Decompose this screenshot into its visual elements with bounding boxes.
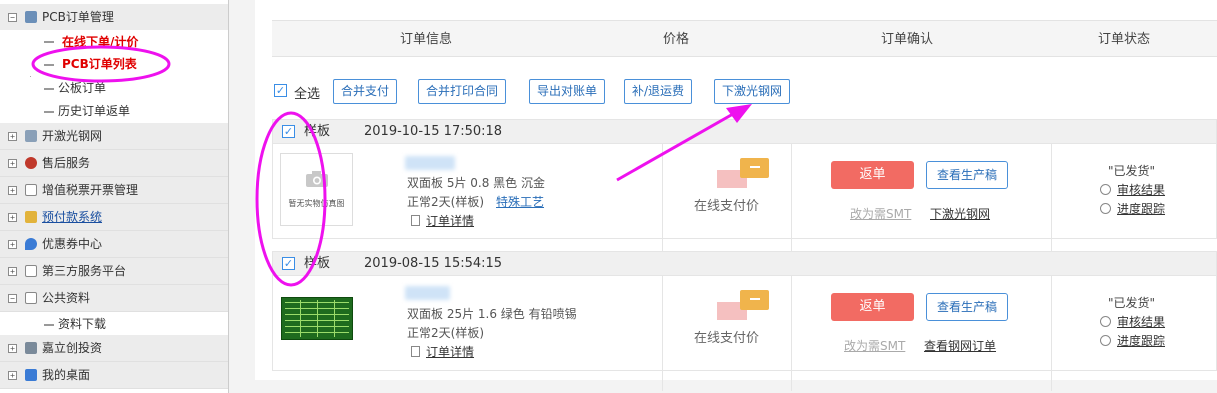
expand-icon[interactable]: + <box>8 186 17 195</box>
order-detail-link[interactable]: 订单详情 <box>411 212 474 229</box>
sidebar-group-after-sales[interactable]: + 售后服务 <box>0 150 228 177</box>
order-time: 2019-08-15 15:54:15 <box>364 256 503 271</box>
expand-icon[interactable]: + <box>8 240 17 249</box>
sidebar-item-online-order[interactable]: 在线下单/计价 <box>0 30 228 52</box>
sidebar-group-public-data[interactable]: − 公共资料 <box>0 285 228 312</box>
invoice-icon <box>25 184 37 196</box>
order-delivery: 正常2天(样板) <box>407 326 484 340</box>
payment-icon <box>717 158 769 188</box>
investment-icon <box>25 342 37 354</box>
select-all-label: 全选 <box>294 87 321 102</box>
merge-print-contract-button[interactable]: 合并打印合同 <box>418 79 507 104</box>
header-order-info: 订单信息 <box>400 32 453 47</box>
order-header: ✓ 样板 2019-10-15 17:50:18 <box>273 120 1216 144</box>
merge-pay-button[interactable]: 合并支付 <box>333 79 398 104</box>
pay-online-text: 在线支付价 <box>694 331 760 346</box>
freight-adjust-button[interactable]: 补/退运费 <box>624 79 693 104</box>
table-header: 订单信息 价格 订单确认 订单状态 <box>272 20 1217 57</box>
special-process-link[interactable]: 特殊工艺 <box>496 193 544 210</box>
sidebar-group-prepay[interactable]: + 预付款系统 <box>0 204 228 231</box>
collapse-icon[interactable]: − <box>8 13 17 22</box>
order-header: ✓ 样板 2019-08-15 15:54:15 <box>273 252 1216 276</box>
header-price: 价格 <box>663 32 690 47</box>
order-card: ✓ 样板 2019-10-15 17:50:18 暂无实物仿真图 双面板 5片 … <box>272 119 1217 259</box>
progress-tracking-link[interactable]: 进度跟踪 <box>1100 332 1165 349</box>
order-spec: 双面板 5片 0.8 黑色 沉金 <box>407 176 545 190</box>
wallet-icon <box>25 211 37 223</box>
order-checkbox[interactable]: ✓ <box>282 257 295 270</box>
document-icon <box>411 215 420 226</box>
sidebar-group-pcb-orders[interactable]: − PCB订单管理 <box>0 4 228 31</box>
sidebar-item-public-board[interactable]: 公板订单 <box>0 77 228 99</box>
blurred-order-id <box>405 286 450 300</box>
pcb-board-image[interactable] <box>281 297 353 340</box>
toolbar: ✓ 全选 合并支付 合并打印合同 导出对账单 补/退运费 下激光钢网 <box>272 79 872 105</box>
expand-icon[interactable]: + <box>8 344 17 353</box>
sidebar-item-downloads[interactable]: 资料下载 <box>0 312 228 336</box>
stencil-icon <box>25 130 37 142</box>
view-draft-button[interactable]: 查看生产稿 <box>926 161 1008 189</box>
order-delivery: 正常2天(样板) <box>407 195 484 209</box>
header-confirm: 订单确认 <box>881 32 934 47</box>
expand-icon[interactable]: + <box>8 213 17 222</box>
audit-result-link[interactable]: 审核结果 <box>1100 313 1165 330</box>
progress-tracking-link[interactable]: 进度跟踪 <box>1100 200 1165 217</box>
shield-icon <box>25 238 37 250</box>
camera-icon <box>306 171 328 187</box>
laser-stencil-button[interactable]: 下激光钢网 <box>714 79 791 104</box>
expand-icon[interactable]: + <box>8 371 17 380</box>
header-status: 订单状态 <box>1098 32 1151 47</box>
sidebar-item-pcb-order-list[interactable]: PCB订单列表 <box>0 52 228 76</box>
blurred-order-id <box>405 156 455 170</box>
check-circle-icon <box>1100 316 1111 327</box>
order-card: ✓ 样板 2019-08-15 15:54:15 双面板 25片 1.6 绿色 … <box>272 251 1217 391</box>
platform-icon <box>25 265 37 277</box>
clock-icon <box>1100 335 1111 346</box>
pcb-icon <box>25 11 37 23</box>
laser-stencil-link[interactable]: 下激光钢网 <box>930 205 990 222</box>
document-icon <box>411 346 420 357</box>
view-draft-button[interactable]: 查看生产稿 <box>926 293 1008 321</box>
order-status: "已发货" <box>1108 164 1156 178</box>
sidebar-item-history-reorder[interactable]: 历史订单返单 <box>0 99 228 123</box>
folder-icon <box>25 292 37 304</box>
sidebar-group-desktop[interactable]: + 我的桌面 <box>0 362 228 389</box>
payment-icon <box>717 290 769 320</box>
desktop-icon <box>25 369 37 381</box>
collapse-icon[interactable]: − <box>8 294 17 303</box>
sidebar-group-coupon[interactable]: + 优惠券中心 <box>0 231 228 258</box>
sidebar-group-third-party[interactable]: + 第三方服务平台 <box>0 258 228 285</box>
expand-icon[interactable]: + <box>8 267 17 276</box>
order-status: "已发货" <box>1108 296 1156 310</box>
sidebar-group-investment[interactable]: + 嘉立创投资 <box>0 335 228 362</box>
pay-online-text: 在线支付价 <box>694 199 760 214</box>
sidebar: − PCB订单管理 在线下单/计价 PCB订单列表 公板订单 历史订单返单 + … <box>0 0 229 393</box>
check-circle-icon <box>1100 184 1111 195</box>
expand-icon[interactable]: + <box>8 159 17 168</box>
select-all-checkbox[interactable]: ✓ <box>274 84 287 97</box>
order-checkbox[interactable]: ✓ <box>282 125 295 138</box>
reorder-button[interactable]: 返单 <box>831 293 914 321</box>
change-smt-link[interactable]: 改为需SMT <box>844 337 905 354</box>
expand-icon[interactable]: + <box>8 132 17 141</box>
order-detail-link[interactable]: 订单详情 <box>411 343 474 360</box>
service-icon <box>25 157 37 169</box>
pcb-pattern-icon <box>285 300 349 337</box>
order-time: 2019-10-15 17:50:18 <box>364 124 503 139</box>
change-smt-link[interactable]: 改为需SMT <box>850 205 911 222</box>
reorder-button[interactable]: 返单 <box>831 161 914 189</box>
product-thumbnail[interactable]: 暂无实物仿真图 <box>280 153 353 226</box>
export-statement-button[interactable]: 导出对账单 <box>529 79 606 104</box>
sidebar-group-invoice[interactable]: + 增值税票开票管理 <box>0 177 228 204</box>
audit-result-link[interactable]: 审核结果 <box>1100 181 1165 198</box>
order-spec: 双面板 25片 1.6 绿色 有铅喷锡 <box>407 307 577 321</box>
sidebar-group-laser-stencil[interactable]: + 开激光钢网 <box>0 123 228 150</box>
clock-icon <box>1100 203 1111 214</box>
view-stencil-order-link[interactable]: 查看钢网订单 <box>924 337 996 354</box>
